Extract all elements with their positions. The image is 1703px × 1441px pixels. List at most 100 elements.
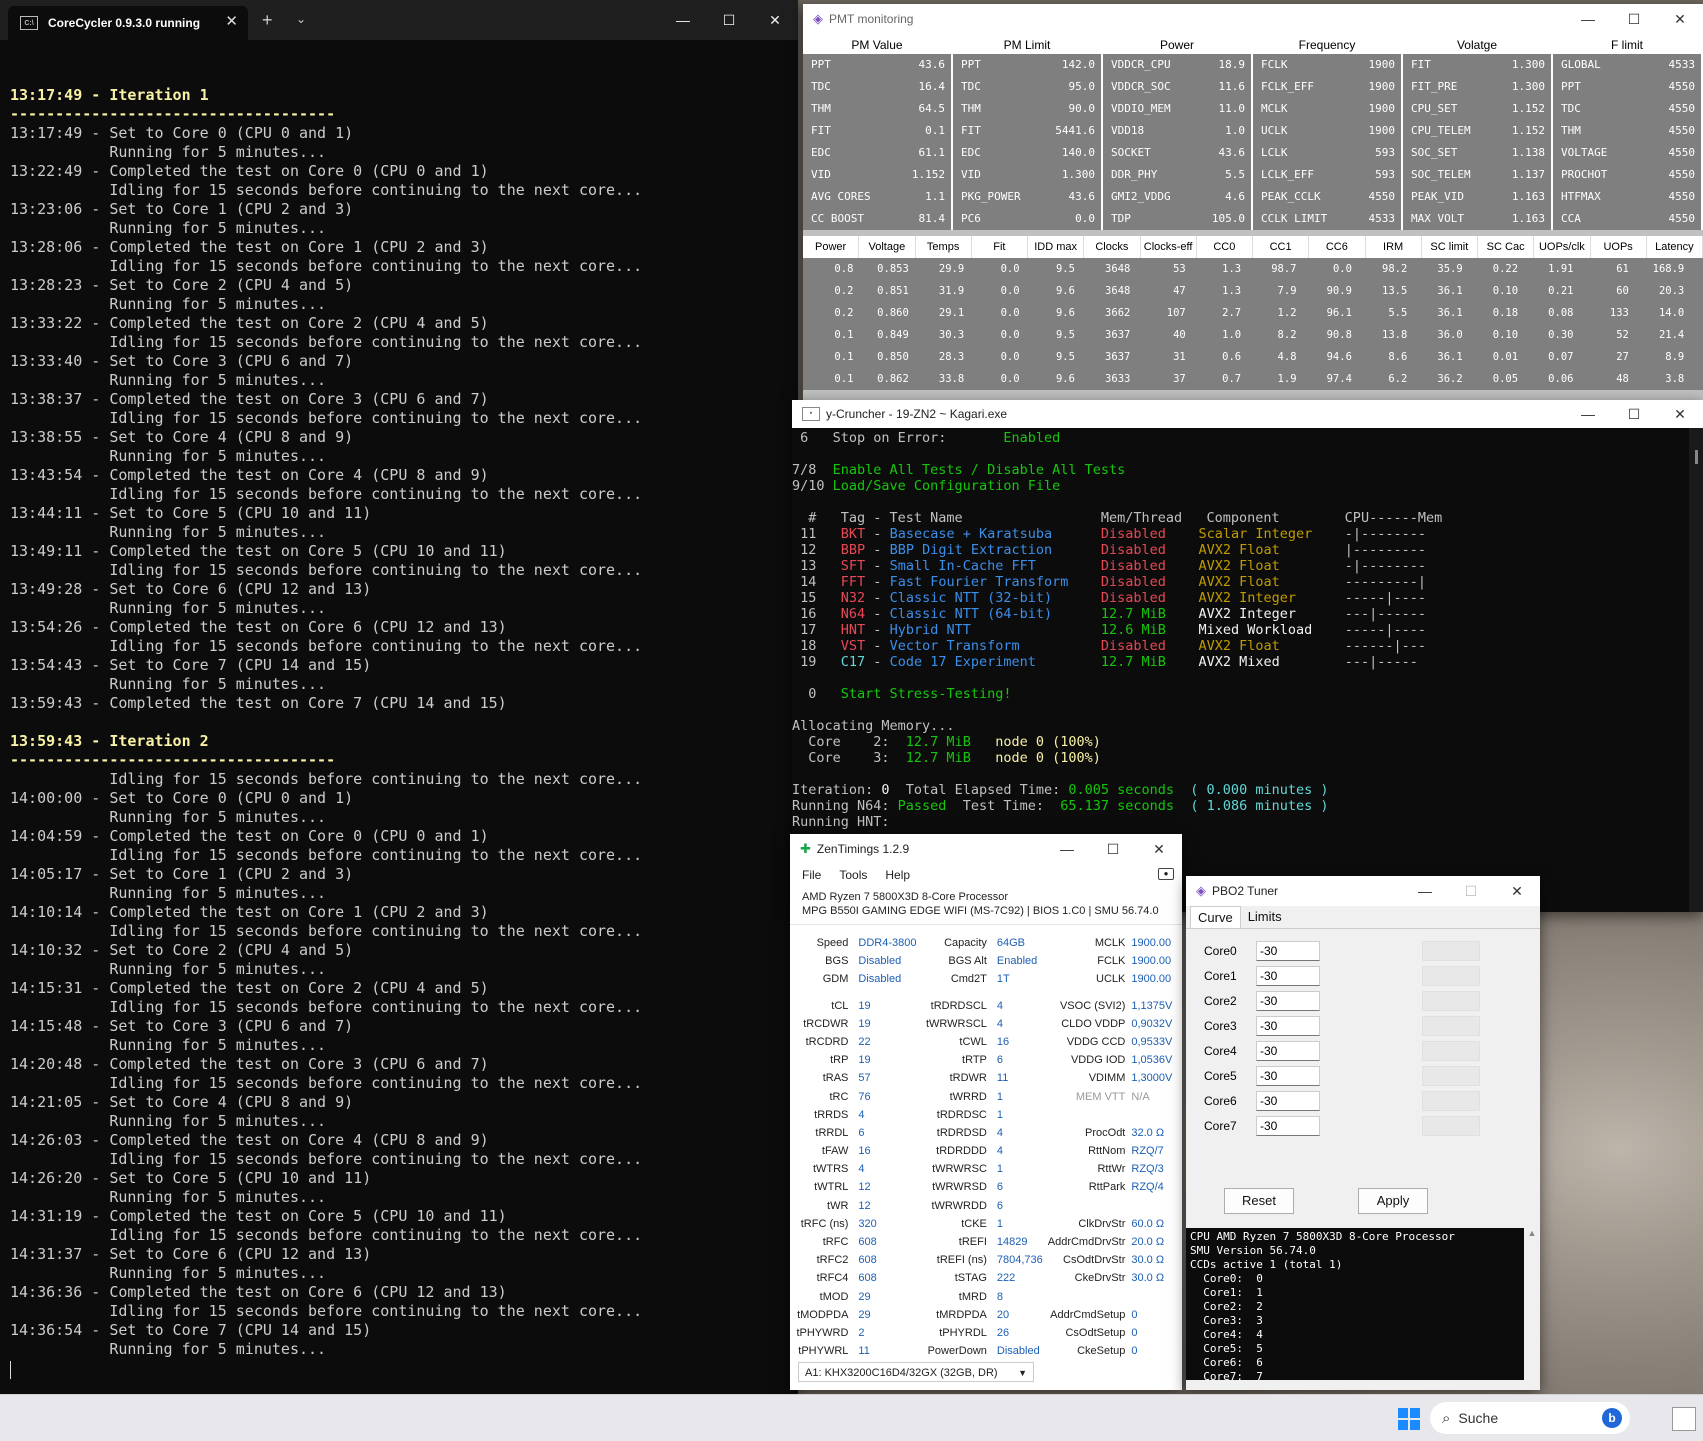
- timing-label: tCL: [831, 999, 849, 1012]
- zentimings-window[interactable]: ✚ ZenTimings 1.2.9 — ☐ ✕ File Tools Help…: [790, 834, 1182, 1390]
- pmt-value: 16.4: [918, 80, 946, 93]
- pmt-group-header: PM Value: [803, 34, 951, 54]
- timing-label: CkeDrvStr: [1074, 1272, 1126, 1285]
- camera-icon[interactable]: ●: [1158, 868, 1174, 880]
- maximize-icon[interactable]: ☐: [1448, 876, 1494, 906]
- pmt-column-header: Clocks-eff: [1141, 236, 1197, 258]
- core-offset-input[interactable]: [1256, 1065, 1320, 1086]
- pmt-core-table: Power Voltage Temps Fit IDD max Clocks Clocks-…: [803, 236, 1703, 390]
- close-icon[interactable]: ✕: [1657, 400, 1703, 428]
- timing-label: tRCDWR: [803, 1017, 849, 1030]
- dimm-select[interactable]: A1: KHX3200C16D4/32GX (32GB, DR) ▼: [798, 1362, 1034, 1382]
- close-icon[interactable]: ✕: [752, 0, 798, 40]
- tab-limits[interactable]: Limits: [1241, 906, 1289, 928]
- pmt-key: SOC_TELEM: [1411, 168, 1471, 181]
- pmt-row: FCLK 1900: [1253, 54, 1401, 76]
- minimize-icon[interactable]: —: [1402, 876, 1448, 906]
- pmt-core-cell: 2.7: [1222, 307, 1242, 319]
- terminal-line: Idling for 15 seconds before continuing …: [10, 1150, 643, 1168]
- taskbar-search[interactable]: ⌕ Suche b: [1430, 1402, 1630, 1434]
- pmt-row: CPU_SET 1.152: [1403, 98, 1551, 120]
- core-offset-input[interactable]: [1256, 990, 1320, 1011]
- menu-help[interactable]: Help: [885, 868, 910, 882]
- pmt-row: SOCKET 43.6: [1103, 142, 1251, 164]
- timings-row: tMOD 29 tMRD 8: [790, 1288, 1182, 1306]
- timing-value: 0: [1131, 1326, 1138, 1339]
- timing-value: 0,9533V: [1131, 1035, 1173, 1048]
- timing-value: 14829: [996, 1236, 1028, 1248]
- terminal-line: Running for 5 minutes...: [10, 884, 327, 902]
- new-tab-icon[interactable]: +: [262, 10, 273, 31]
- core-offset-input[interactable]: [1256, 940, 1320, 961]
- menu-tools[interactable]: Tools: [839, 868, 867, 882]
- maximize-icon[interactable]: ☐: [706, 0, 752, 40]
- timing-value: 76: [858, 1090, 871, 1103]
- close-icon[interactable]: ✕: [1657, 4, 1703, 34]
- pmt-value: 593: [1375, 168, 1395, 181]
- pmt-core-cell: 94.6: [1326, 351, 1352, 363]
- terminal-line: 13:28:23 - Set to Core 2 (CPU 4 and 5): [10, 276, 354, 294]
- pmt-value: 11.6: [1218, 80, 1246, 93]
- pmt-core-cell: 8.2: [1277, 329, 1297, 341]
- terminal-line: 14:26:03 - Completed the test on Core 4 …: [10, 1131, 489, 1149]
- ycruncher-scrollbar[interactable]: [1689, 428, 1703, 912]
- timing-label: AddrCmdDrvStr: [1047, 1236, 1126, 1248]
- timing-value: 30.0 Ω: [1131, 1254, 1165, 1267]
- timings-row: tRFC (ns) 320 tCKE 1 ClkDrvStr 60.0 Ω: [790, 1215, 1182, 1233]
- core-offset-input[interactable]: [1256, 1040, 1320, 1061]
- close-icon[interactable]: ✕: [1136, 834, 1182, 864]
- timing-value: Disabled: [858, 973, 902, 986]
- timing-label: tWTRS: [812, 1163, 849, 1176]
- terminal-line: Idling for 15 seconds before continuing …: [10, 181, 643, 199]
- tab-curve[interactable]: Curve: [1190, 906, 1241, 928]
- minimize-icon[interactable]: —: [1565, 4, 1611, 34]
- windows-start-icon[interactable]: [1398, 1408, 1420, 1430]
- terminal-tab[interactable]: C:\ CoreCycler 0.9.3.0 running ✕: [8, 6, 248, 40]
- minimize-icon[interactable]: —: [1044, 834, 1090, 864]
- pmt-core-cell: 3.8: [1665, 373, 1685, 385]
- close-icon[interactable]: ✕: [1494, 876, 1540, 906]
- timing-value: 20.0 Ω: [1131, 1236, 1165, 1248]
- minimize-icon[interactable]: —: [660, 0, 706, 40]
- pmt-monitoring-window[interactable]: ◈ PMT monitoring — ☐ ✕ PM Value PPT 43.6 TD…: [803, 4, 1703, 400]
- pbo2-log-scrollbar[interactable]: ▲: [1524, 1228, 1540, 1380]
- pmt-value: 61.1: [918, 146, 946, 159]
- corecycler-terminal-window[interactable]: C:\ CoreCycler 0.9.3.0 running ✕ + ⌄ — ☐…: [0, 0, 798, 1394]
- pmt-core-cell: 4.8: [1277, 351, 1297, 363]
- pmt-row: LCLK 593: [1253, 142, 1401, 164]
- terminal-line: 14:05:17 - Set to Core 1 (CPU 2 and 3): [10, 865, 354, 883]
- menu-file[interactable]: File: [802, 868, 821, 882]
- core-offset-input[interactable]: [1256, 1090, 1320, 1111]
- core-offset-input[interactable]: [1256, 1115, 1320, 1136]
- taskbar-app-icon[interactable]: [1672, 1407, 1696, 1431]
- maximize-icon[interactable]: ☐: [1611, 400, 1657, 428]
- timing-value: 1T: [996, 973, 1010, 986]
- minimize-icon[interactable]: —: [1565, 400, 1611, 428]
- pmt-value: 1900: [1368, 124, 1396, 137]
- core-label: Core4: [1204, 1043, 1237, 1058]
- tab-close-icon[interactable]: ✕: [225, 12, 238, 30]
- pmt-row: TDP 105.0: [1103, 208, 1251, 230]
- pmt-core-cell: 21.4: [1658, 329, 1685, 341]
- apply-button[interactable]: Apply: [1358, 1188, 1428, 1214]
- maximize-icon[interactable]: ☐: [1611, 4, 1657, 34]
- core-offset-input[interactable]: [1256, 1015, 1320, 1036]
- pmt-value: 4550: [1668, 124, 1696, 137]
- timing-label: GDM: [822, 973, 849, 986]
- timings-row: tRP 19 tRTP 6 VDDG IOD 1,0536V: [790, 1051, 1182, 1069]
- pmt-row: CC BOOST 81.4: [803, 208, 951, 230]
- chevron-down-icon[interactable]: ⌄: [296, 12, 306, 26]
- pmt-value: 1.300: [1061, 168, 1095, 181]
- bing-icon[interactable]: b: [1602, 1408, 1622, 1428]
- maximize-icon[interactable]: ☐: [1090, 834, 1136, 864]
- timing-label: Cmd2T: [950, 973, 987, 986]
- core-offset-input[interactable]: [1256, 965, 1320, 986]
- reset-button[interactable]: Reset: [1224, 1188, 1294, 1214]
- timing-label: tRDRDSD: [936, 1126, 987, 1139]
- pmt-core-cell: 0.06: [1548, 373, 1574, 385]
- pbo2-log: CPU AMD Ryzen 7 5800X3D 8-Core Processor…: [1186, 1228, 1524, 1383]
- pbo2-tuner-window[interactable]: ◈ PBO2 Tuner — ☐ ✕ Curve Limits Core0Cor…: [1186, 876, 1540, 1390]
- terminal-icon: C:\: [20, 16, 38, 30]
- pmt-key: UCLK: [1261, 124, 1288, 137]
